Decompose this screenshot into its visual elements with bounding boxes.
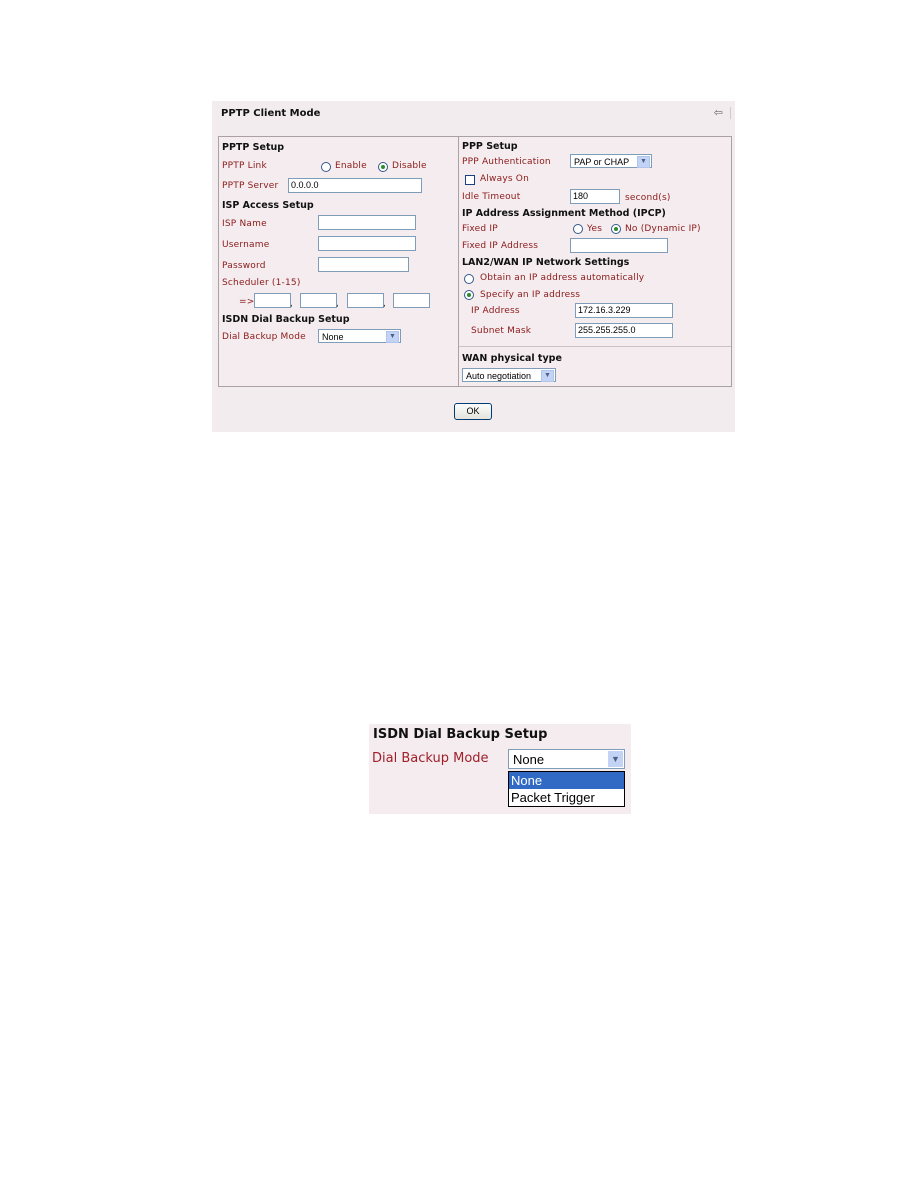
fixed-ip-no-label[interactable]: No (Dynamic IP) (625, 224, 701, 234)
section-pptp-setup: PPTP Setup (222, 142, 285, 153)
pptp-link-label: PPTP Link (222, 161, 267, 171)
option-none[interactable]: None (509, 772, 624, 789)
separator: , (290, 299, 293, 309)
chevron-down-icon[interactable]: ▼ (608, 751, 623, 767)
chevron-down-icon[interactable]: ▼ (386, 331, 399, 343)
scheduler-label: Scheduler (1-15) (222, 278, 301, 288)
left-column: PPTP Setup PPTP Link Enable Disable PPTP… (219, 137, 459, 386)
scheduler-input-2[interactable] (300, 293, 337, 308)
idle-timeout-unit: second(s) (625, 193, 671, 203)
back-arrow-icon[interactable]: ⇦ (714, 106, 723, 119)
obtain-ip-auto-radio[interactable] (464, 274, 474, 284)
idle-timeout-label: Idle Timeout (462, 192, 521, 202)
fixed-ip-address-input[interactable] (570, 238, 668, 253)
wan-physical-type-select[interactable]: Auto negotiation ▼ (462, 368, 556, 382)
section-lan2wan: LAN2/WAN IP Network Settings (462, 257, 630, 268)
ip-address-input[interactable]: 172.16.3.229 (575, 303, 673, 318)
dial-backup-mode-label: Dial Backup Mode (222, 332, 306, 342)
pptp-link-disable-label[interactable]: Disable (392, 161, 427, 171)
fixed-ip-yes-radio[interactable] (573, 224, 583, 234)
idle-timeout-input[interactable]: 180 (570, 189, 620, 204)
pptp-link-enable-radio[interactable] (321, 162, 331, 172)
divider (730, 107, 731, 119)
section-ppp-setup: PPP Setup (462, 141, 518, 152)
dial-backup-mode-select[interactable]: None ▼ (318, 329, 401, 343)
fixed-ip-label: Fixed IP (462, 224, 498, 234)
obtain-ip-auto-label[interactable]: Obtain an IP address automatically (480, 273, 644, 283)
specify-ip-label[interactable]: Specify an IP address (480, 290, 580, 300)
dial-backup-dropdown-detail: ISDN Dial Backup Setup Dial Backup Mode … (369, 724, 631, 814)
fixed-ip-no-radio[interactable] (611, 224, 621, 234)
password-label: Password (222, 261, 266, 271)
right-column: PPP Setup PPP Authentication PAP or CHAP… (459, 137, 731, 386)
option-packet-trigger[interactable]: Packet Trigger (509, 789, 624, 806)
scheduler-input-4[interactable] (393, 293, 430, 308)
always-on-label[interactable]: Always On (480, 174, 529, 184)
section-divider (459, 346, 731, 347)
fixed-ip-address-label: Fixed IP Address (462, 241, 539, 251)
pptp-server-input[interactable]: 0.0.0.0 (288, 178, 422, 193)
isp-name-label: ISP Name (222, 219, 267, 229)
password-input[interactable] (318, 257, 409, 272)
subnet-mask-label: Subnet Mask (471, 326, 532, 336)
section-isdn-dial-backup: ISDN Dial Backup Setup (222, 314, 350, 325)
chevron-down-icon[interactable]: ▼ (637, 156, 650, 168)
ppp-auth-value: PAP or CHAP (574, 157, 630, 167)
section-isp-access-setup: ISP Access Setup (222, 200, 314, 211)
scheduler-input-1[interactable] (254, 293, 291, 308)
section-wan-physical-type: WAN physical type (462, 353, 562, 364)
pptp-client-panel: PPTP Client Mode ⇦ PPTP Setup PPTP Link … (212, 101, 735, 432)
dial-backup-mode-label-detail: Dial Backup Mode (372, 751, 489, 766)
username-label: Username (222, 240, 270, 250)
fixed-ip-yes-label[interactable]: Yes (587, 224, 602, 234)
wan-physical-type-value: Auto negotiation (466, 371, 532, 381)
isp-name-input[interactable] (318, 215, 416, 230)
dial-backup-mode-options: None Packet Trigger (508, 771, 625, 807)
ok-button[interactable]: OK (454, 403, 492, 420)
panel-title: PPTP Client Mode (221, 108, 321, 119)
scheduler-input-3[interactable] (347, 293, 384, 308)
pptp-server-label: PPTP Server (222, 181, 279, 191)
settings-frame: PPTP Setup PPTP Link Enable Disable PPTP… (218, 136, 732, 387)
pptp-link-enable-label[interactable]: Enable (335, 161, 367, 171)
separator: , (383, 299, 386, 309)
username-input[interactable] (318, 236, 416, 251)
dial-backup-mode-value-detail: None (513, 752, 545, 767)
ppp-auth-select[interactable]: PAP or CHAP ▼ (570, 154, 652, 168)
dial-backup-mode-value: None (322, 332, 344, 342)
section-ipcp: IP Address Assignment Method (IPCP) (462, 208, 666, 219)
chevron-down-icon[interactable]: ▼ (541, 370, 554, 382)
subnet-mask-input[interactable]: 255.255.255.0 (575, 323, 673, 338)
separator: , (336, 299, 339, 309)
specify-ip-radio[interactable] (464, 290, 474, 300)
always-on-checkbox[interactable] (465, 175, 475, 185)
pptp-link-disable-radio[interactable] (378, 162, 388, 172)
ip-address-label: IP Address (471, 306, 520, 316)
section-isdn-dial-backup-detail: ISDN Dial Backup Setup (373, 727, 548, 742)
dial-backup-mode-select-detail[interactable]: None ▼ (508, 749, 625, 769)
ppp-auth-label: PPP Authentication (462, 157, 551, 167)
scheduler-arrow: => (239, 297, 255, 307)
